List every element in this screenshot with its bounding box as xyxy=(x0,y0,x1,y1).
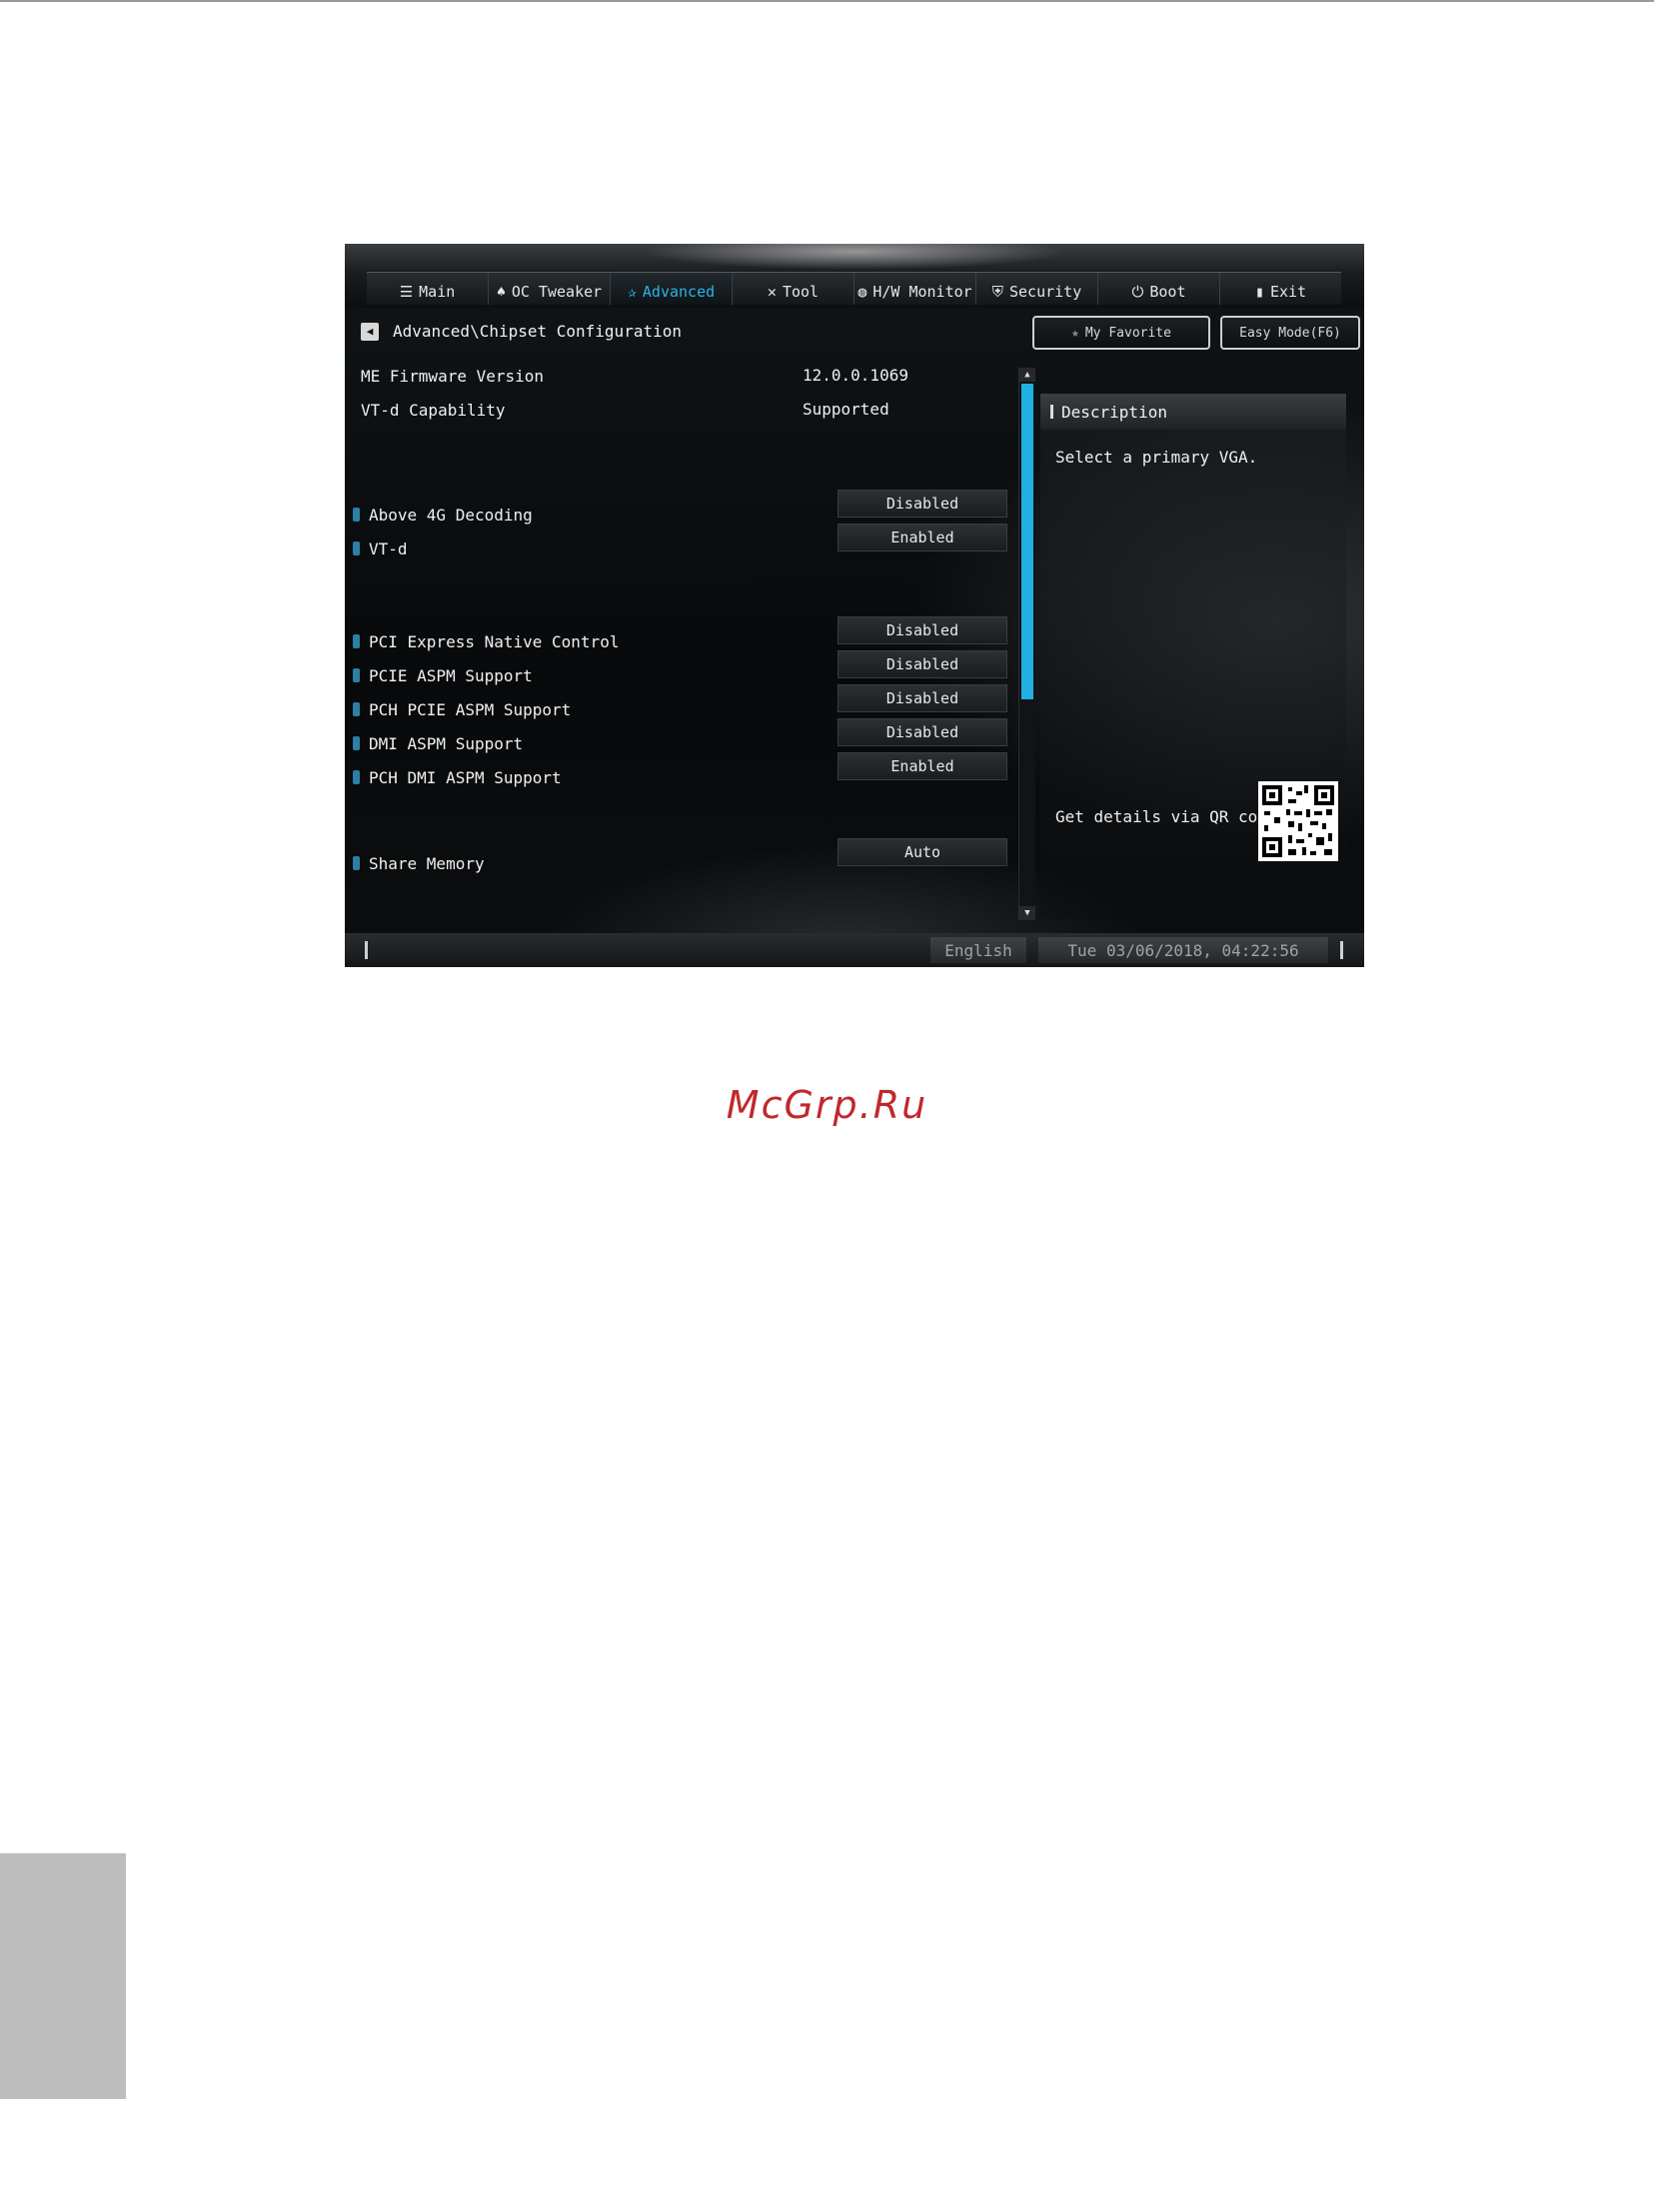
description-panel: Description Select a primary VGA. Get de… xyxy=(1040,394,1346,919)
breadcrumb: ◀ Advanced\Chipset Configuration xyxy=(361,322,682,341)
info-icon xyxy=(353,856,360,870)
info-icon xyxy=(353,508,360,522)
info-icon xyxy=(353,634,360,648)
option-row[interactable]: Above 4G Decoding xyxy=(353,503,533,527)
option-value-pch-dmi-aspm[interactable]: Enabled xyxy=(837,752,1007,780)
star-icon: ★ xyxy=(1071,325,1079,341)
power-icon: ⏻ xyxy=(1131,283,1144,301)
scroll-up-icon[interactable]: ▲ xyxy=(1019,368,1035,382)
tab-main[interactable]: ☰ Main xyxy=(367,273,489,305)
scroll-down-icon[interactable]: ▼ xyxy=(1019,906,1035,920)
breadcrumb-text: Advanced\Chipset Configuration xyxy=(393,322,682,341)
tab-security[interactable]: ⛨ Security xyxy=(976,273,1098,305)
info-icon xyxy=(353,668,360,682)
scroll-thumb[interactable] xyxy=(1021,384,1033,699)
option-row[interactable]: PCH DMI ASPM Support xyxy=(353,765,562,789)
option-row[interactable]: VT-d xyxy=(353,537,408,560)
info-icon xyxy=(353,542,360,555)
option-row[interactable]: PCI Express Native Control xyxy=(353,629,619,653)
tools-icon: ✕ xyxy=(767,283,777,301)
description-text: Select a primary VGA. xyxy=(1055,448,1258,467)
option-row[interactable]: PCIE ASPM Support xyxy=(353,663,533,687)
shield-icon: ⛨ xyxy=(991,283,1003,301)
tab-advanced[interactable]: ✰ Advanced xyxy=(611,273,733,305)
option-row[interactable]: Share Memory xyxy=(353,851,485,875)
bios-footer: English Tue 03/06/2018, 04:22:56 xyxy=(345,933,1364,967)
tab-hw-monitor[interactable]: ◍ H/W Monitor xyxy=(854,273,976,305)
description-header: Description xyxy=(1040,394,1346,430)
option-row[interactable]: DMI ASPM Support xyxy=(353,731,523,755)
star-icon: ✰ xyxy=(627,283,637,301)
info-row-vtd-capability: VT-d Capability Supported xyxy=(361,400,889,420)
bios-screenshot: ☰ Main ♠ OC Tweaker ✰ Advanced ✕ Tool ◍ … xyxy=(345,244,1364,967)
tab-exit[interactable]: ▮ Exit xyxy=(1220,273,1341,305)
info-icon xyxy=(353,702,360,716)
tab-oc-tweaker[interactable]: ♠ OC Tweaker xyxy=(489,273,611,305)
tab-tool[interactable]: ✕ Tool xyxy=(733,273,854,305)
option-value-pci-native[interactable]: Disabled xyxy=(837,616,1007,644)
option-value-pcie-aspm[interactable]: Disabled xyxy=(837,650,1007,678)
info-icon xyxy=(353,736,360,750)
option-value-vtd[interactable]: Enabled xyxy=(837,524,1007,552)
option-row[interactable]: PCH PCIE ASPM Support xyxy=(353,697,571,721)
qr-code-icon xyxy=(1258,781,1338,861)
my-favorite-button[interactable]: ★ My Favorite xyxy=(1032,316,1210,350)
tab-boot[interactable]: ⏻ Boot xyxy=(1098,273,1220,305)
page-side-tab xyxy=(0,1853,126,2099)
bios-tab-bar: ☰ Main ♠ OC Tweaker ✰ Advanced ✕ Tool ◍ … xyxy=(367,272,1341,305)
page-top-rule xyxy=(0,0,1654,2)
option-value-share-memory[interactable]: Auto xyxy=(837,838,1007,866)
rocket-icon: ♠ xyxy=(496,283,506,301)
back-arrow-icon: ◀ xyxy=(366,325,374,338)
option-value-above-4g[interactable]: Disabled xyxy=(837,490,1007,518)
info-icon xyxy=(353,770,360,784)
qr-label: Get details via QR code xyxy=(1055,807,1277,826)
back-button[interactable]: ◀ xyxy=(361,322,379,341)
option-value-pch-pcie-aspm[interactable]: Disabled xyxy=(837,684,1007,712)
easy-mode-button[interactable]: Easy Mode(F6) xyxy=(1220,316,1360,350)
scrollbar[interactable]: ▲ ▼ xyxy=(1018,368,1035,920)
datetime-display: Tue 03/06/2018, 04:22:56 xyxy=(1038,937,1328,963)
monitor-icon: ◍ xyxy=(857,283,867,301)
option-value-dmi-aspm[interactable]: Disabled xyxy=(837,718,1007,746)
watermark-text: McGrp.Ru xyxy=(726,1083,928,1127)
exit-icon: ▮ xyxy=(1254,283,1264,301)
list-icon: ☰ xyxy=(399,283,414,301)
info-row-me-firmware: ME Firmware Version 12.0.0.1069 xyxy=(361,366,908,386)
language-button[interactable]: English xyxy=(930,937,1026,963)
